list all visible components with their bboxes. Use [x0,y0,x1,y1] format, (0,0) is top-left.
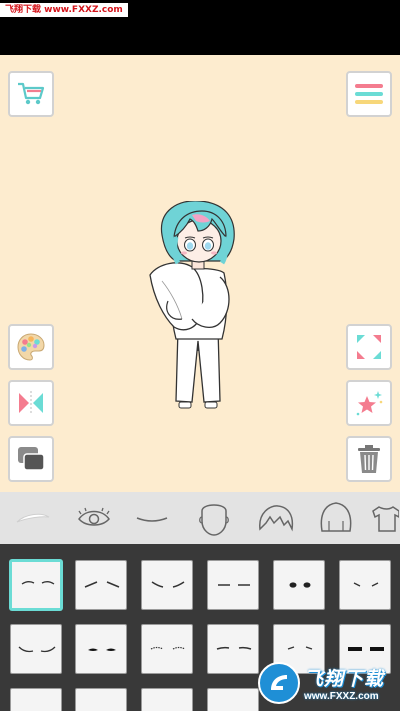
logo-badge-icon [258,662,300,704]
back-hair-icon [320,502,352,532]
watermark-text: 飞翔下载 www.FXXZ.com [0,3,128,17]
tab-mouth[interactable] [123,492,181,544]
shopping-cart-icon [18,82,45,105]
palette-button[interactable] [8,324,54,370]
eyebrow-option-9[interactable] [141,624,193,674]
eyebrow-option-8[interactable] [75,624,127,674]
tab-eyes[interactable] [65,492,123,544]
character-avatar [149,201,235,409]
mouth-icon [136,517,168,522]
menu-icon [355,84,383,104]
random-button[interactable] [346,380,392,426]
eyebrow-option-5[interactable] [273,560,325,610]
eyebrow-option-15[interactable] [141,688,193,711]
color-palette-icon [17,333,45,361]
eyebrow-option-1[interactable] [10,560,62,610]
character-canvas [0,55,400,492]
tab-clothes[interactable] [367,492,400,544]
trash-icon [358,445,380,473]
delete-button[interactable] [346,436,392,482]
eyebrow-option-10[interactable] [207,624,259,674]
eyebrow-icon [16,513,49,523]
shirt-icon [371,506,399,532]
tab-eyebrows[interactable] [0,492,65,544]
layers-button[interactable] [8,436,54,482]
shop-button[interactable] [8,71,54,117]
fullscreen-button[interactable] [346,324,392,370]
layers-icon [18,447,45,471]
eyebrow-option-4[interactable] [207,560,259,610]
eyebrow-option-14[interactable] [75,688,127,711]
tab-front-hair[interactable] [247,492,305,544]
logo-url-text: www.FXXZ.com [304,691,379,702]
menu-button[interactable] [346,71,392,117]
sparkle-star-icon [356,391,383,416]
flip-button[interactable] [8,380,54,426]
logo-chinese-text: 飞翔下载 [304,668,385,690]
tab-face[interactable] [181,492,247,544]
eyebrow-option-2[interactable] [75,560,127,610]
site-watermark-logo: 飞翔下载 www.FXXZ.com [258,658,398,708]
category-tabs [0,492,400,544]
fullscreen-icon [357,335,381,359]
front-hair-icon [259,505,294,532]
eyebrow-option-13[interactable] [10,688,62,711]
tab-back-hair[interactable] [305,492,367,544]
eyebrow-option-7[interactable] [10,624,62,674]
face-icon [199,504,229,536]
eyebrow-option-3[interactable] [141,560,193,610]
flip-horizontal-icon [19,391,43,415]
eye-icon [78,507,110,526]
eyebrow-option-16[interactable] [207,688,259,711]
eyebrow-option-6[interactable] [339,560,391,610]
